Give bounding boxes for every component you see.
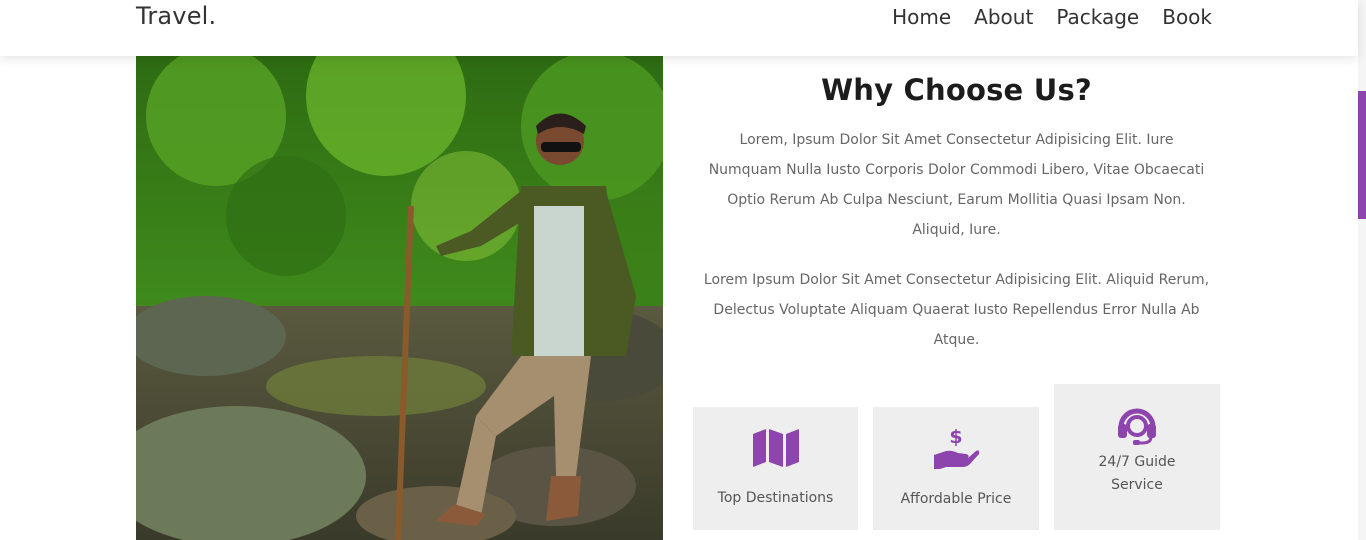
nav-package[interactable]: Package bbox=[1056, 5, 1139, 29]
map-icon bbox=[752, 429, 799, 467]
why-choose-us-section: Why Choose Us? Lorem, Ipsum Dolor Sit Am… bbox=[693, 56, 1220, 355]
feature-label: Affordable Price bbox=[900, 491, 1012, 507]
about-paragraph-2: Lorem Ipsum Dolor Sit Amet Consectetur A… bbox=[703, 272, 1210, 348]
about-paragraph-1: Lorem, Ipsum Dolor Sit Amet Consectetur … bbox=[708, 132, 1205, 238]
feature-card-price: $ Affordable Price bbox=[873, 407, 1039, 530]
site-header: Travel. Home About Package Book bbox=[0, 0, 1358, 56]
feature-card-guide: 24/7 Guide Service bbox=[1054, 384, 1220, 530]
site-logo[interactable]: Travel. bbox=[136, 2, 216, 30]
nav-book[interactable]: Book bbox=[1162, 5, 1212, 29]
scrollbar-thumb[interactable] bbox=[1358, 91, 1366, 219]
hiker-photo bbox=[136, 56, 663, 540]
svg-text:$: $ bbox=[949, 427, 962, 448]
nav-home[interactable]: Home bbox=[892, 5, 951, 29]
feature-card-destinations: Top Destinations bbox=[693, 407, 858, 530]
page-scrollbar[interactable] bbox=[1358, 0, 1366, 540]
section-title: Why Choose Us? bbox=[821, 73, 1092, 107]
main-nav: Home About Package Book bbox=[892, 5, 1212, 29]
feature-label: 24/7 Guide Service bbox=[1098, 454, 1176, 493]
hand-dollar-icon: $ bbox=[932, 427, 980, 469]
nav-about[interactable]: About bbox=[974, 5, 1033, 29]
feature-label: Top Destinations bbox=[717, 490, 834, 506]
headset-icon bbox=[1116, 403, 1158, 445]
